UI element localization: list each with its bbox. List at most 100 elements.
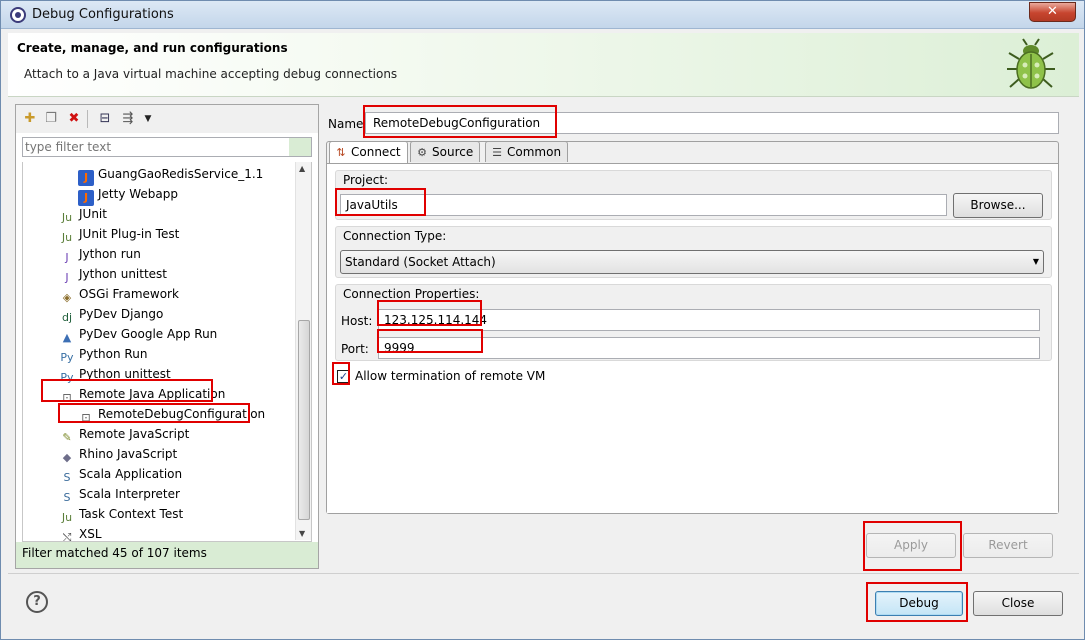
connection-type-group: Connection Type: Standard (Socket Attach…	[335, 226, 1052, 278]
scroll-up-icon[interactable]: ▲	[299, 164, 305, 173]
common-tab-icon: ☰	[492, 146, 502, 159]
help-icon[interactable]: ?	[26, 591, 48, 613]
new-configuration-icon[interactable]: ✚	[22, 111, 38, 127]
tree-item-label: JUnit	[79, 207, 107, 221]
project-input[interactable]: JavaUtils	[340, 194, 947, 216]
jython-run-icon: J	[65, 251, 69, 264]
connection-properties-group: Connection Properties: Host: 123.125.114…	[335, 284, 1052, 361]
tree-item-label: PyDev Django	[79, 307, 164, 321]
tree-item[interactable]: Py Python unittest	[59, 364, 170, 384]
tree-item-label: Remote JavaScript	[79, 427, 190, 441]
tree-item-label: Python Run	[79, 347, 148, 361]
bug-icon	[1007, 38, 1055, 89]
delete-icon[interactable]: ✖	[66, 111, 82, 127]
tree-item[interactable]: J Jetty Webapp	[78, 184, 178, 206]
tree-item-label: Rhino JavaScript	[79, 447, 178, 461]
tab-folder: ⇅ Connect ⚙ Source ☰ Common Project: JavaUt…	[326, 141, 1059, 514]
configuration-editor: Name RemoteDebugConfiguration ⇅ Connect ⚙…	[320, 104, 1071, 569]
close-button[interactable]: Close	[973, 591, 1063, 616]
host-label: Host:	[341, 314, 373, 328]
name-input[interactable]: RemoteDebugConfiguration	[365, 112, 1059, 134]
remote-java-icon: ⊡	[62, 391, 72, 404]
tree-item-label: GuangGaoRedisService_1.1	[98, 167, 264, 181]
tree-item-label: Jetty Webapp	[98, 187, 178, 201]
tree-scrollbar[interactable]: ▲ ▼	[295, 162, 311, 540]
tree-item[interactable]: J Jython run	[59, 244, 141, 264]
configurations-panel: ✚ ❐ ✖ ⊟ ⇶ ▼ ⤭ XSL Ju Task Context Test S Scal…	[15, 104, 319, 569]
window-close-button[interactable]: ✕	[1029, 2, 1076, 22]
python-run-icon: Py	[60, 351, 74, 364]
tree-item[interactable]: Py Python Run	[59, 344, 147, 364]
tab-label: Connect	[351, 145, 401, 159]
toolbar-separator	[87, 110, 88, 128]
tree-item[interactable]: ◈ OSGi Framework	[59, 284, 179, 304]
port-input[interactable]: 9999	[378, 337, 1040, 359]
tree-item-label: Scala Application	[79, 467, 183, 481]
configuration-tree: ⤭ XSL Ju Task Context Test S Scala Interprete…	[22, 162, 312, 542]
tree-item[interactable]: Ju Task Context Test	[59, 504, 183, 524]
duplicate-icon[interactable]: ❐	[43, 111, 59, 127]
filter-input[interactable]	[23, 138, 289, 156]
python-unittest-icon: Py	[60, 371, 74, 384]
tree-item[interactable]: Ju JUnit Plug-in Test	[59, 224, 179, 244]
connection-type-value: Standard (Socket Attach)	[345, 255, 496, 269]
debug-button[interactable]: Debug	[875, 591, 963, 616]
port-label: Port:	[341, 342, 369, 356]
chevron-down-icon[interactable]: ▼	[140, 111, 156, 127]
junit-plugin-icon: Ju	[61, 231, 73, 244]
allow-termination-checkbox[interactable]: ✓	[337, 370, 350, 383]
banner-title: Create, manage, and run configurations	[17, 41, 288, 55]
collapse-all-icon[interactable]: ⊟	[97, 111, 113, 127]
tab-source[interactable]: ⚙ Source	[410, 141, 481, 162]
browse-button[interactable]: Browse...	[953, 193, 1043, 218]
jetty-config-icon: J	[78, 170, 94, 186]
remote-javascript-icon: ✎	[62, 431, 72, 444]
tree-item[interactable]: J Jython unittest	[59, 264, 167, 284]
tree-item[interactable]: ⊡ RemoteDebugConfiguration	[78, 404, 265, 424]
header-banner: Create, manage, and run configurations A…	[8, 33, 1079, 97]
tree-item-label: Scala Interpreter	[79, 487, 180, 501]
rhino-icon: ◆	[62, 451, 72, 464]
google-app-icon: ▲	[62, 331, 72, 344]
project-group: Project: JavaUtils Browse...	[335, 170, 1052, 220]
configurations-toolbar: ✚ ❐ ✖ ⊟ ⇶ ▼	[16, 105, 318, 133]
apply-button[interactable]: Apply	[866, 533, 956, 558]
connection-type-label: Connection Type:	[343, 229, 447, 243]
tree-item[interactable]: Ju JUnit	[59, 204, 107, 224]
tree-item[interactable]: ▲ PyDev Google App Run	[59, 324, 218, 344]
tree-item[interactable]: ⊡ Remote Java Application	[59, 384, 225, 404]
remote-config-icon: ⊡	[81, 411, 91, 424]
connect-tab-content: Project: JavaUtils Browse... Connection …	[327, 163, 1058, 513]
scroll-down-icon[interactable]: ▼	[299, 529, 305, 538]
filter-icon[interactable]: ⇶	[120, 111, 136, 127]
tree-item[interactable]: dj PyDev Django	[59, 304, 163, 324]
window-title: Debug Configurations	[32, 7, 174, 22]
filter-clear-icon[interactable]	[289, 138, 311, 156]
banner-description: Attach to a Java virtual machine accepti…	[24, 67, 398, 81]
tree-item[interactable]: S Scala Interpreter	[59, 484, 180, 504]
revert-button[interactable]: Revert	[963, 533, 1053, 558]
project-label: Project:	[343, 173, 389, 187]
filter-field[interactable]	[22, 137, 312, 157]
tree-item-label: Remote Java Application	[79, 387, 226, 401]
tree-item[interactable]: J GuangGaoRedisService_1.1	[78, 164, 264, 186]
allow-termination-label: Allow termination of remote VM	[355, 369, 546, 383]
jetty-config-icon: J	[78, 190, 94, 206]
tab-connect[interactable]: ⇅ Connect	[329, 141, 408, 163]
tree-item[interactable]: S Scala Application	[59, 464, 183, 484]
tab-common[interactable]: ☰ Common	[485, 141, 569, 162]
tab-label: Source	[432, 145, 474, 159]
tree-item[interactable]: ◆ Rhino JavaScript	[59, 444, 177, 464]
tree-item[interactable]: ⤭ XSL	[59, 524, 102, 541]
tree-item-label: PyDev Google App Run	[79, 327, 218, 341]
tree-item[interactable]: ✎ Remote JavaScript	[59, 424, 189, 444]
connection-type-select[interactable]: Standard (Socket Attach) ▼	[340, 250, 1044, 274]
task-context-icon: Ju	[61, 511, 73, 524]
scrollbar-thumb[interactable]	[298, 320, 310, 520]
debug-app-icon	[10, 7, 26, 23]
tree-item-label: XSL	[79, 527, 102, 541]
host-input[interactable]: 123.125.114.144	[378, 309, 1040, 331]
source-tab-icon: ⚙	[417, 146, 427, 159]
filter-status: Filter matched 45 of 107 items	[22, 546, 207, 560]
tree-item-label: Jython run	[79, 247, 141, 261]
